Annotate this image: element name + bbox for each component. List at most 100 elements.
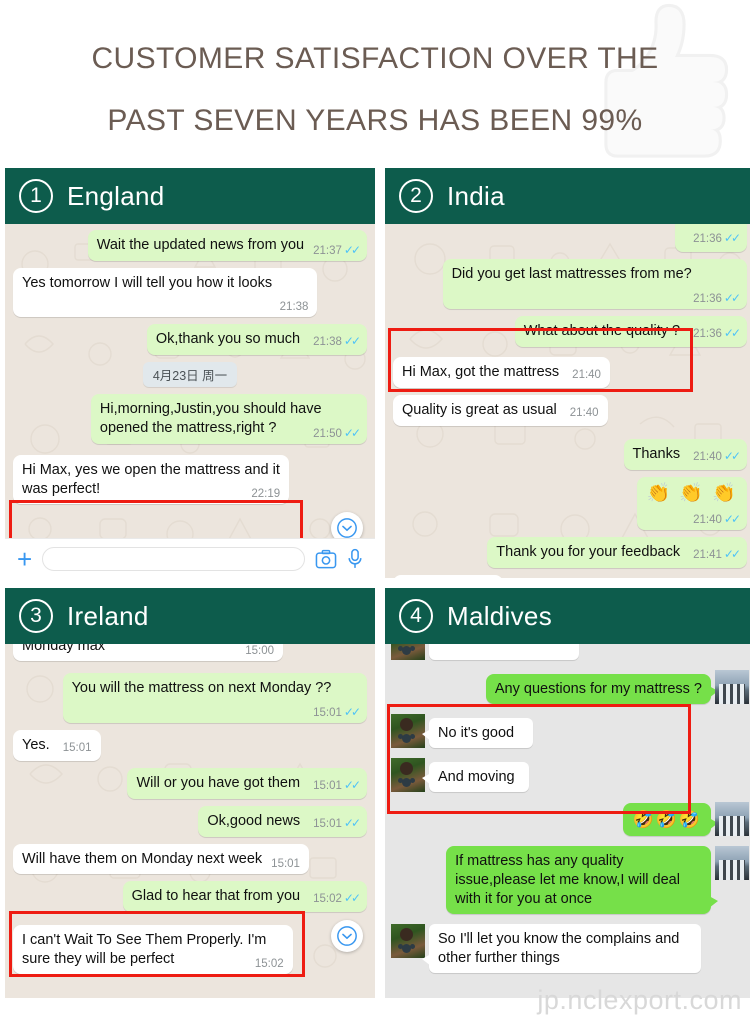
message-meta: 21:40 ✓✓	[655, 510, 741, 530]
message-row: Yes tomorrow I will tell you how it look…	[13, 268, 367, 317]
message-time: 21:40	[693, 514, 722, 526]
read-ticks-icon: ✓✓	[343, 891, 361, 905]
message-meta: 21:36 ✓✓	[693, 229, 741, 249]
read-ticks-icon: ✓✓	[723, 512, 741, 526]
message-bubble: Yes tomorrow I will tell you how it look…	[13, 268, 318, 317]
message-bubble: Thanks 21:40 ✓✓	[623, 439, 747, 470]
message-row: No it's good	[391, 714, 749, 748]
message-bubble: Ok,good news 15:01 ✓✓	[198, 806, 367, 837]
read-ticks-icon: ✓✓	[723, 326, 741, 340]
message-meta: 15:02	[255, 955, 284, 974]
message-meta: 15:01 ✓✓	[313, 776, 361, 796]
panel-india: 2 India 21:36 ✓✓ Did you get last mattre…	[385, 168, 750, 578]
chevron-down-circle-icon	[337, 926, 357, 946]
message-text: Thank you for your feedback	[496, 544, 681, 560]
message-text: What about the quality ?	[523, 323, 681, 339]
message-text: And moving	[438, 769, 515, 785]
message-time: 15:02	[313, 893, 342, 905]
message-bubble: What about the quality ? 21:36 ✓✓	[514, 316, 747, 347]
message-row: 🤣🤣🤣	[391, 802, 749, 836]
banner: CUSTOMER SATISFACTION OVER THE PAST SEVE…	[0, 0, 750, 168]
message-meta: 15:01	[63, 739, 92, 758]
panel-header-england: 1 England	[5, 168, 375, 224]
message-bubble: Ok,thank you so much 21:38 ✓✓	[146, 324, 367, 355]
message-bubble: 👏 👏 👏 21:40 ✓✓	[637, 477, 747, 530]
message-meta: 21:41 ✓✓	[693, 545, 741, 565]
panel-ireland: 3 Ireland Monday max 15:00 You will the …	[5, 588, 375, 998]
message-time: 21:36	[693, 293, 722, 305]
chat-england[interactable]: Wait the updated news from you 21:37 ✓✓ Y…	[5, 224, 375, 578]
message-time: 21:38	[279, 301, 309, 313]
message-text: If mattress has any quality issue,please…	[455, 853, 680, 907]
attach-plus-icon[interactable]: +	[17, 546, 32, 572]
panel-number-badge: 2	[399, 179, 433, 213]
message-meta: 15:01	[271, 855, 300, 874]
message-row: Thanks 21:40 ✓✓	[393, 439, 747, 470]
message-meta: 15:00	[245, 644, 274, 661]
message-list-england: Wait the updated news from you 21:37 ✓✓ Y…	[5, 224, 375, 508]
chat-india[interactable]: 21:36 ✓✓ Did you get last mattresses from…	[385, 224, 750, 578]
message-bubble: Wait the updated news from you 21:37 ✓✓	[87, 230, 367, 261]
chat-maldives[interactable]: Any questions for my mattress ? No it's …	[385, 644, 750, 998]
read-ticks-icon: ✓✓	[343, 705, 361, 719]
message-text: Ok,thank you so much	[155, 331, 301, 347]
chevron-down-circle-icon	[337, 518, 357, 538]
message-time: 22:19	[251, 488, 281, 500]
message-bubble: Glad to hear that from you 15:02 ✓✓	[122, 881, 367, 912]
panel-header-india: 2 India	[385, 168, 750, 224]
read-ticks-icon: ✓✓	[723, 231, 741, 245]
message-time: 21:38	[313, 336, 342, 348]
message-time: 15:02	[254, 958, 284, 970]
message-meta: 15:02 ✓✓	[313, 889, 361, 909]
message-bubble-highlighted: Hi Max, got the mattress 21:40	[393, 357, 610, 388]
message-meta: 15:01 ✓✓	[313, 814, 361, 834]
message-row: Glad to hear that from you 15:02 ✓✓	[13, 881, 367, 912]
message-text: No it's good	[438, 725, 515, 741]
message-meta: 21:40	[570, 404, 599, 423]
panel-number-badge: 1	[19, 179, 53, 213]
person-avatar	[391, 714, 425, 748]
message-bubble: Will have them on Monday next week 15:01	[13, 844, 309, 874]
camera-icon[interactable]	[315, 549, 337, 569]
message-text: Will have them on Monday next week	[22, 851, 263, 867]
message-row: Thank you for your feedback 21:41 ✓✓	[393, 537, 747, 568]
message-text: So I'll let you know the complains and o…	[438, 931, 680, 966]
page-root: CUSTOMER SATISFACTION OVER THE PAST SEVE…	[0, 0, 750, 1018]
message-meta: 21:38	[280, 298, 309, 317]
message-bubble: 🤣🤣🤣	[623, 803, 718, 836]
chat-ireland[interactable]: Monday max 15:00 You will the mattress o…	[5, 644, 375, 998]
message-row: Did you get last mattresses from me? 21:…	[393, 259, 747, 309]
message-bubble	[429, 644, 579, 660]
message-bubble-highlighted: Hi Max, yes we open the mattress and it …	[13, 455, 290, 504]
message-bubble: If mattress has any quality issue,please…	[446, 846, 718, 914]
scroll-to-bottom-button[interactable]	[331, 920, 363, 952]
message-bubble: 21:36 ✓✓	[675, 224, 747, 252]
message-text: Ok,good news	[207, 813, 301, 829]
microphone-icon[interactable]	[347, 548, 363, 570]
message-text: Hi Max, yes we open the mattress and it …	[22, 462, 280, 497]
person-avatar	[391, 758, 425, 792]
message-row: I can't Wait To See Them Properly. I'm s…	[13, 925, 367, 974]
message-bubble-highlighted: Quality is great as usual 21:40	[393, 395, 608, 426]
message-emoji: 👏 👏 👏	[646, 483, 738, 504]
message-row	[391, 644, 749, 660]
message-row: Ok,good news 15:01 ✓✓	[13, 806, 367, 837]
message-time: 21:40	[572, 369, 601, 381]
panel-england: 1 England Wait the updated news from you…	[5, 168, 375, 578]
message-time: 21:36	[693, 328, 722, 340]
message-meta: 21:37 ✓✓	[313, 241, 361, 261]
message-input-bar[interactable]: +	[5, 538, 375, 578]
message-time: 15:01	[313, 780, 342, 792]
message-time: 15:01	[62, 742, 92, 754]
message-bubble: Will or you have got them 15:01 ✓✓	[127, 768, 367, 799]
message-row: Will have them on Monday next week 15:01	[13, 844, 367, 874]
message-meta: 22:19	[251, 485, 280, 504]
message-text: You will the mattress on next Monday ??	[71, 680, 332, 696]
message-row: And moving	[391, 758, 749, 792]
message-text: Quality is great as usual	[402, 402, 557, 418]
message-row: You will the mattress on next Monday ?? …	[13, 673, 367, 723]
message-row: 👏 👏 👏 21:40 ✓✓	[393, 477, 747, 530]
message-input-field[interactable]	[42, 546, 305, 571]
message-time: 21:41	[693, 549, 722, 561]
title-line-1: CUSTOMER SATISFACTION OVER THE	[91, 42, 659, 75]
